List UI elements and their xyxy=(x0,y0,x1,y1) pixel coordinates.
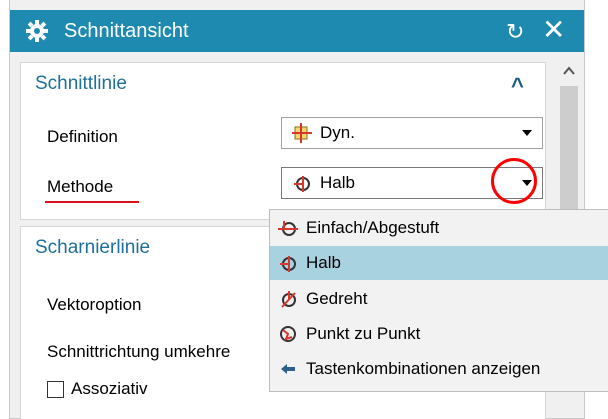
half-section-icon xyxy=(280,256,296,272)
dynamic-icon xyxy=(292,123,312,143)
definition-select[interactable]: Dyn. xyxy=(281,117,543,149)
title-bar: Schnittansicht ↻ ✕ xyxy=(10,10,584,52)
vector-option-label: Vektoroption xyxy=(47,295,142,314)
definition-value: Dyn. xyxy=(320,123,355,142)
menu-item-half[interactable]: Halb xyxy=(270,246,608,280)
reset-icon[interactable]: ↻ xyxy=(506,19,524,45)
chevron-down-icon xyxy=(522,130,532,136)
red-circle-annotation xyxy=(491,158,537,204)
scroll-up-icon[interactable] xyxy=(562,64,576,78)
gear-icon xyxy=(26,20,48,42)
dialog-title: Schnittansicht xyxy=(64,20,189,42)
method-value: Halb xyxy=(320,173,355,192)
menu-item-label: Punkt zu Punkt xyxy=(306,324,421,343)
reverse-direction-label: Schnittrichtung umkehre xyxy=(47,342,231,361)
menu-item-label: Gedreht xyxy=(306,289,368,308)
section-cut-line: Schnittlinie ^ Definition Dyn. Methode H… xyxy=(20,62,546,220)
associative-checkbox[interactable] xyxy=(47,381,64,398)
menu-item-label: Halb xyxy=(306,253,341,272)
red-underline-annotation xyxy=(45,201,139,203)
method-dropdown-menu: Einfach/Abgestuft Halb Gedreht Punkt zu … xyxy=(269,209,608,392)
close-icon[interactable]: ✕ xyxy=(542,16,565,44)
definition-label: Definition xyxy=(47,127,118,146)
section-title-cut-line: Schnittlinie xyxy=(35,73,127,94)
rotated-icon xyxy=(281,291,296,308)
simple-stepped-icon xyxy=(278,221,298,236)
menu-item-rotated[interactable]: Gedreht xyxy=(270,282,608,316)
menu-item-point-to-point[interactable]: Punkt zu Punkt xyxy=(270,317,608,351)
section-title-hinge-line: Scharnierlinie xyxy=(35,237,151,258)
menu-item-label: Tastenkombinationen anzeigen xyxy=(306,359,541,378)
point-to-point-icon xyxy=(280,326,296,342)
arrow-left-icon xyxy=(281,364,295,374)
menu-item-simple-stepped[interactable]: Einfach/Abgestuft xyxy=(270,211,608,245)
menu-item-label: Einfach/Abgestuft xyxy=(306,218,440,237)
half-section-icon xyxy=(294,176,310,192)
method-label: Methode xyxy=(47,177,114,196)
associative-label: Assoziativ xyxy=(71,379,148,398)
menu-item-show-shortcuts[interactable]: Tastenkombinationen anzeigen xyxy=(270,352,608,386)
chevron-up-icon[interactable]: ^ xyxy=(511,73,524,99)
